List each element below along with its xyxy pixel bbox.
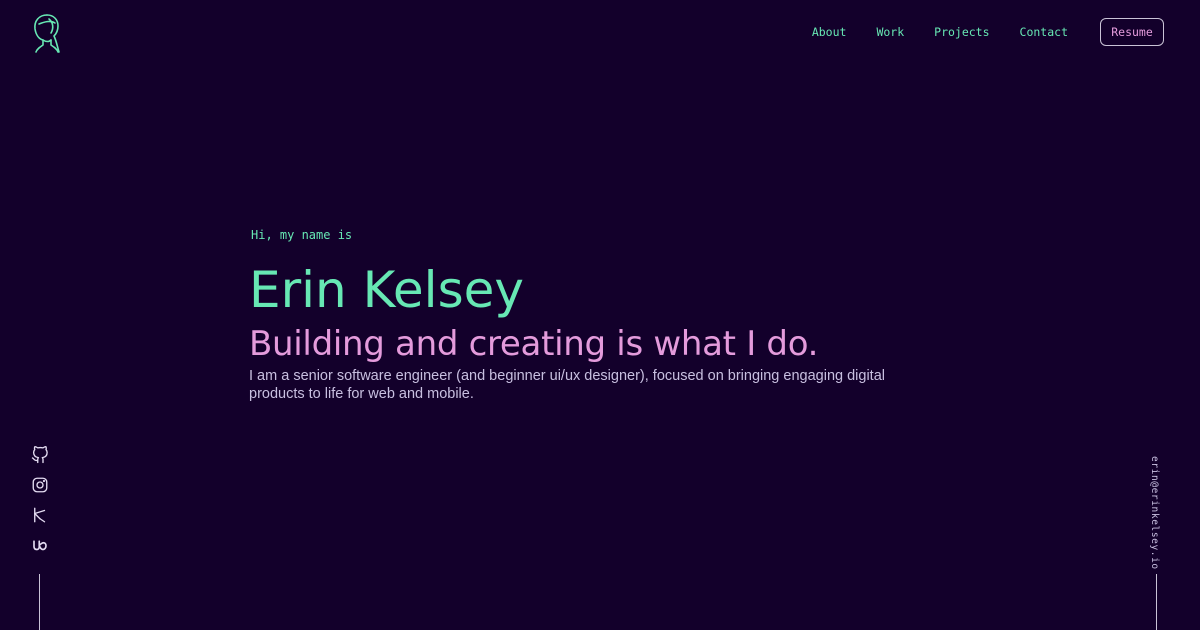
upwork-icon[interactable] bbox=[31, 536, 49, 554]
hero-intro: I am a senior software engineer (and beg… bbox=[249, 368, 885, 402]
nav-link-about[interactable]: About bbox=[812, 18, 847, 46]
logo-icon[interactable] bbox=[30, 12, 64, 54]
instagram-icon[interactable] bbox=[31, 476, 49, 494]
email-link[interactable]: erin@erinkelsey.io bbox=[1149, 456, 1160, 570]
nav-link-work[interactable]: Work bbox=[876, 18, 904, 46]
hero-greeting: Hi, my name is bbox=[251, 228, 353, 242]
nav-link-projects[interactable]: Projects bbox=[934, 18, 989, 46]
hero-name: Erin Kelsey bbox=[249, 261, 524, 319]
github-icon[interactable] bbox=[31, 446, 49, 464]
left-divider-line bbox=[39, 574, 40, 630]
social-links bbox=[30, 446, 50, 566]
right-divider-line bbox=[1156, 574, 1157, 630]
main-nav: About Work Projects Contact Resume bbox=[812, 18, 1164, 46]
nav-link-contact[interactable]: Contact bbox=[1020, 18, 1068, 46]
resume-button[interactable]: Resume bbox=[1100, 18, 1164, 46]
hero-tagline: Building and creating is what I do. bbox=[249, 324, 819, 364]
dribbble-icon[interactable] bbox=[31, 506, 49, 524]
